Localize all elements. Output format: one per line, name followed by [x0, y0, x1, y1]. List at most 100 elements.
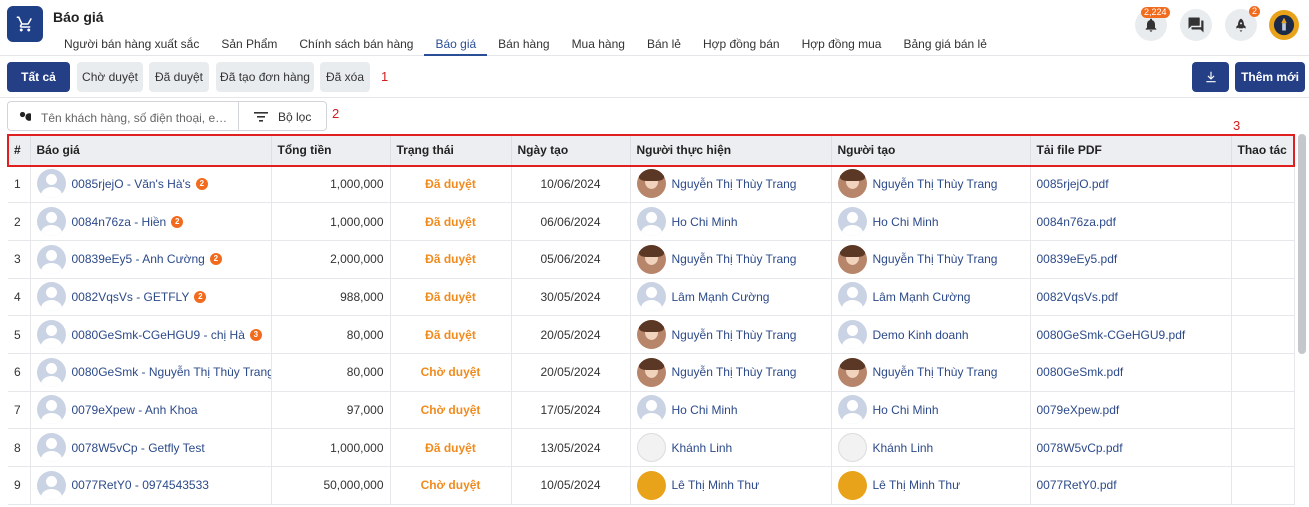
pdf-link[interactable]: 00839eEy5.pdf [1037, 252, 1118, 266]
pdf-link[interactable]: 0080GeSmk-CGeHGU9.pdf [1037, 328, 1186, 342]
table-row[interactable]: 5 0080GeSmk-CGeHGU9 - chị Hà 3 80,000 Đã duy… [8, 315, 1295, 354]
creator-name[interactable]: Lê Thị Minh Thư [873, 478, 961, 492]
avatar [36, 169, 66, 199]
filter-button[interactable]: Bộ lọc [278, 110, 311, 124]
creator-name[interactable]: Ho Chi Minh [873, 403, 939, 417]
total-amount: 50,000,000 [271, 466, 391, 505]
nav-tab[interactable]: Mua hàng [561, 32, 636, 56]
table-row[interactable]: 6 0080GeSmk - Nguyễn Thị Thùy Trang 80,000… [8, 353, 1295, 392]
table-row[interactable]: 9 0077RetY0 - 0974543533 50,000,000 Chờ duy… [8, 466, 1295, 505]
table-row[interactable]: 8 0078W5vCp - Getfly Test 1,000,000 Đã duyệ… [8, 428, 1295, 467]
assignee-name[interactable]: Ho Chi Minh [672, 215, 738, 229]
status-badge: Đã duyệt [390, 240, 512, 279]
row-number: 7 [8, 391, 31, 430]
assignee-name[interactable]: Ho Chi Minh [672, 403, 738, 417]
nav-tab[interactable]: Bán hàng [487, 32, 560, 56]
quote-link[interactable]: 00839eEy5 - Anh Cường [72, 252, 205, 266]
annotation-2: 2 [332, 106, 340, 121]
creator-name[interactable]: Lâm Mạnh Cường [873, 290, 971, 304]
created-date: 13/05/2024 [511, 428, 631, 467]
avatar [636, 207, 666, 237]
row-actions[interactable] [1231, 353, 1295, 392]
row-actions[interactable] [1231, 165, 1295, 204]
table-row[interactable]: 3 00839eEy5 - Anh Cường 2 2,000,000 Đã duyệt… [8, 240, 1295, 279]
assignee-name[interactable]: Lâm Mạnh Cường [672, 290, 770, 304]
chat-button[interactable] [1180, 9, 1212, 41]
row-number: 9 [8, 466, 31, 505]
nav-tab[interactable]: Bảng giá bán lẻ [892, 32, 997, 56]
row-actions[interactable] [1231, 240, 1295, 279]
avatar [36, 320, 66, 350]
creator-name[interactable]: Nguyễn Thị Thùy Trang [873, 252, 998, 266]
quote-link[interactable]: 0085rjejO - Văn's Hà's [72, 177, 191, 191]
scrollbar[interactable] [1298, 134, 1306, 354]
nav-tab[interactable]: Báo giá [424, 32, 488, 56]
search-input[interactable]: Tên khách hàng, số điện thoại, email ... [41, 111, 237, 125]
assignee-name[interactable]: Khánh Linh [672, 441, 733, 455]
pdf-link[interactable]: 0082VqsVs.pdf [1037, 290, 1118, 304]
table-row[interactable]: 1 0085rjejO - Văn's Hà's 2 1,000,000 Đã duyệ… [8, 165, 1295, 204]
nav-tab[interactable]: Người bán hàng xuất sắc [53, 32, 210, 56]
creator-name[interactable]: Demo Kinh doanh [873, 328, 969, 342]
avatar [636, 244, 666, 274]
nav-tab[interactable]: Bán lẻ [636, 32, 692, 56]
row-actions[interactable] [1231, 391, 1295, 430]
creator-name[interactable]: Khánh Linh [873, 441, 934, 455]
table-row[interactable]: 7 0079eXpew - Anh Khoa 97,000 Chờ duyệt 17/0… [8, 391, 1295, 430]
pdf-link[interactable]: 0085rjejO.pdf [1037, 177, 1109, 191]
quote-link[interactable]: 0082VqsVs - GETFLY [72, 290, 190, 304]
quote-link[interactable]: 0080GeSmk-CGeHGU9 - chị Hà [72, 328, 245, 342]
pdf-link[interactable]: 0078W5vCp.pdf [1037, 441, 1123, 455]
pdf-link[interactable]: 0077RetY0.pdf [1037, 478, 1117, 492]
filter-pending-button[interactable]: Chờ duyệt [77, 62, 143, 92]
avatar [636, 282, 666, 312]
created-date: 17/05/2024 [511, 391, 631, 430]
avatar [837, 207, 867, 237]
pdf-link[interactable]: 0080GeSmk.pdf [1037, 365, 1124, 379]
creator-name[interactable]: Nguyễn Thị Thùy Trang [873, 177, 998, 191]
assignee-name[interactable]: Lê Thị Minh Thư [672, 478, 760, 492]
avatar [36, 282, 66, 312]
row-actions[interactable] [1231, 428, 1295, 467]
creator-name[interactable]: Ho Chi Minh [873, 215, 939, 229]
assignee-name[interactable]: Nguyễn Thị Thùy Trang [672, 177, 797, 191]
download-button[interactable] [1192, 62, 1229, 92]
assignee-name[interactable]: Nguyễn Thị Thùy Trang [672, 328, 797, 342]
cart-icon[interactable] [7, 6, 43, 42]
pdf-link[interactable]: 0084n76za.pdf [1037, 215, 1116, 229]
quote-link[interactable]: 0078W5vCp - Getfly Test [72, 441, 205, 455]
row-actions[interactable] [1231, 278, 1295, 317]
table-row[interactable]: 2 0084n76za - Hiền 2 1,000,000 Đã duyệt 06/06… [8, 202, 1295, 241]
filter-ordered-button[interactable]: Đã tạo đơn hàng [216, 62, 314, 92]
search-box[interactable]: Tên khách hàng, số điện thoại, email ...… [7, 101, 327, 131]
nav-tab[interactable]: Chính sách bán hàng [288, 32, 424, 56]
quote-link[interactable]: 0080GeSmk - Nguyễn Thị Thùy Trang [72, 365, 271, 379]
add-new-button[interactable]: Thêm mới [1235, 62, 1305, 92]
nav-tab[interactable]: Hợp đồng mua [791, 32, 893, 56]
nav-tab[interactable]: Sản Phẩm [210, 32, 288, 56]
row-actions[interactable] [1231, 202, 1295, 241]
download-icon [1205, 71, 1216, 83]
comment-count-badge: 2 [195, 177, 208, 190]
user-avatar[interactable] [1269, 10, 1299, 40]
creator-name[interactable]: Nguyễn Thị Thùy Trang [873, 365, 998, 379]
quote-link[interactable]: 0077RetY0 - 0974543533 [72, 478, 209, 492]
quote-link[interactable]: 0079eXpew - Anh Khoa [72, 403, 198, 417]
nav-tab[interactable]: Hợp đồng bán [692, 32, 791, 56]
filter-all-button[interactable]: Tất cả [7, 62, 70, 92]
assignee-name[interactable]: Nguyễn Thị Thùy Trang [672, 365, 797, 379]
quote-link[interactable]: 0084n76za - Hiền [72, 215, 167, 229]
status-badge: Đã duyệt [390, 202, 512, 241]
assignee-name[interactable]: Nguyễn Thị Thùy Trang [672, 252, 797, 266]
table-row[interactable]: 4 0082VqsVs - GETFLY 2 988,000 Đã duyệt 30/05… [8, 278, 1295, 317]
row-actions[interactable] [1231, 466, 1295, 505]
avatar [837, 282, 867, 312]
status-badge: Đã duyệt [390, 165, 512, 204]
filter-approved-button[interactable]: Đã duyệt [149, 62, 209, 92]
created-date: 05/06/2024 [511, 240, 631, 279]
chat-icon [1188, 17, 1204, 33]
pdf-link[interactable]: 0079eXpew.pdf [1037, 403, 1120, 417]
filter-deleted-button[interactable]: Đã xóa [320, 62, 370, 92]
row-actions[interactable] [1231, 315, 1295, 354]
top-bar: Báo giá Người bán hàng xuất sắc Sản Phẩm C… [0, 0, 1309, 56]
